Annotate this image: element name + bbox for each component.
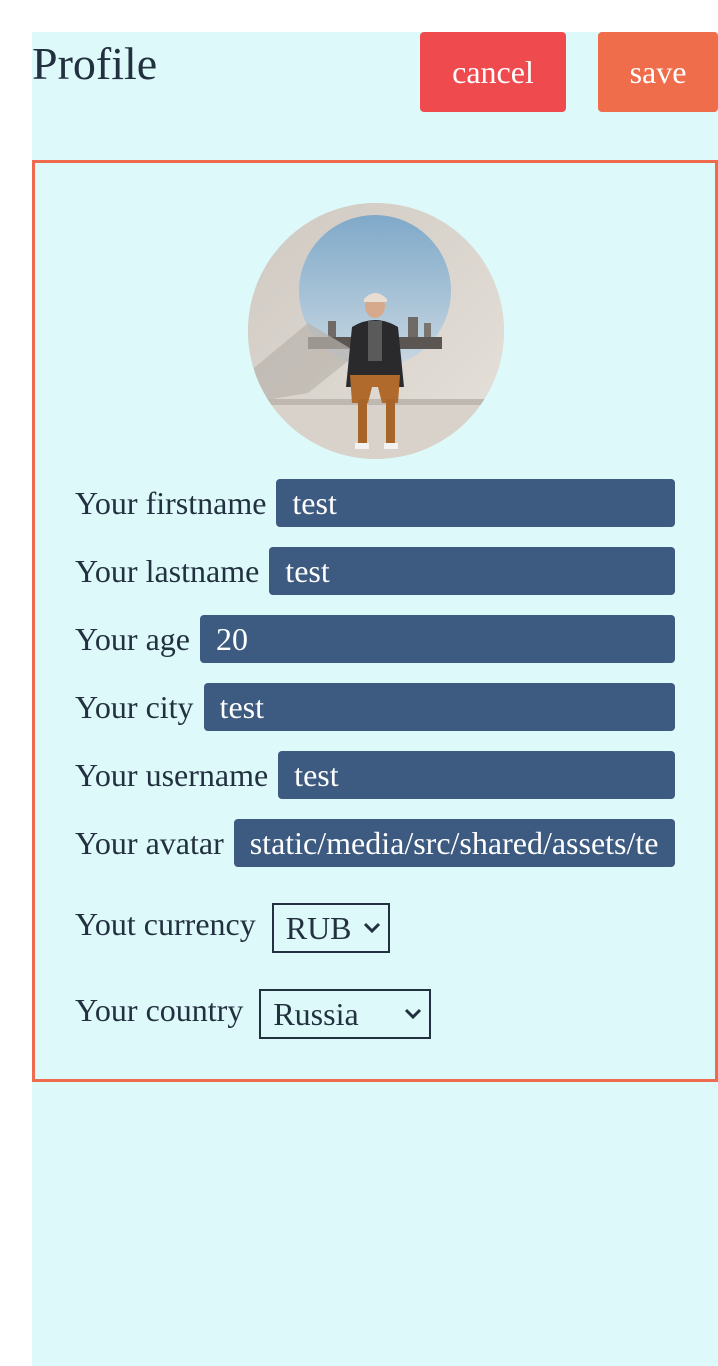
age-label: Your age [75, 620, 190, 657]
avatar-photo [248, 203, 504, 459]
firstname-row: Your firstname [75, 479, 675, 527]
save-button[interactable]: save [598, 32, 718, 112]
age-input[interactable] [199, 615, 675, 663]
age-row: Your age [75, 615, 675, 663]
country-selected: Russia [273, 995, 359, 1032]
lastname-input[interactable] [269, 547, 675, 595]
currency-select[interactable]: RUB [271, 903, 390, 953]
currency-selected: RUB [285, 909, 352, 946]
username-label: Your username [75, 756, 269, 793]
chevron-down-icon [363, 922, 380, 934]
avatar-label: Your avatar [75, 824, 224, 861]
firstname-label: Your firstname [75, 484, 267, 521]
username-row: Your username [75, 751, 675, 799]
chevron-down-icon [405, 1008, 422, 1020]
page-title: Profile [32, 38, 158, 89]
avatar-input[interactable] [233, 819, 675, 867]
country-label: Your country [75, 991, 244, 1028]
cancel-button[interactable]: cancel [420, 32, 566, 112]
avatar-row: Your avatar [75, 819, 675, 867]
avatar [248, 203, 504, 459]
city-label: Your city [75, 688, 194, 725]
firstname-input[interactable] [276, 479, 675, 527]
lastname-row: Your lastname [75, 547, 675, 595]
username-input[interactable] [278, 751, 675, 799]
currency-row: Yout currency RUB [75, 903, 390, 953]
profile-page: Profile cancel save Your firstname test … [32, 32, 718, 1366]
currency-label: Yout currency [75, 905, 256, 942]
city-input[interactable] [203, 683, 675, 731]
city-row: Your city [75, 683, 675, 731]
profile-card: Your firstname Your lastname Your age Yo… [32, 160, 718, 1082]
country-select[interactable]: Russia [259, 989, 432, 1039]
lastname-label: Your lastname [75, 552, 260, 589]
country-row: Your country Russia [75, 989, 432, 1039]
